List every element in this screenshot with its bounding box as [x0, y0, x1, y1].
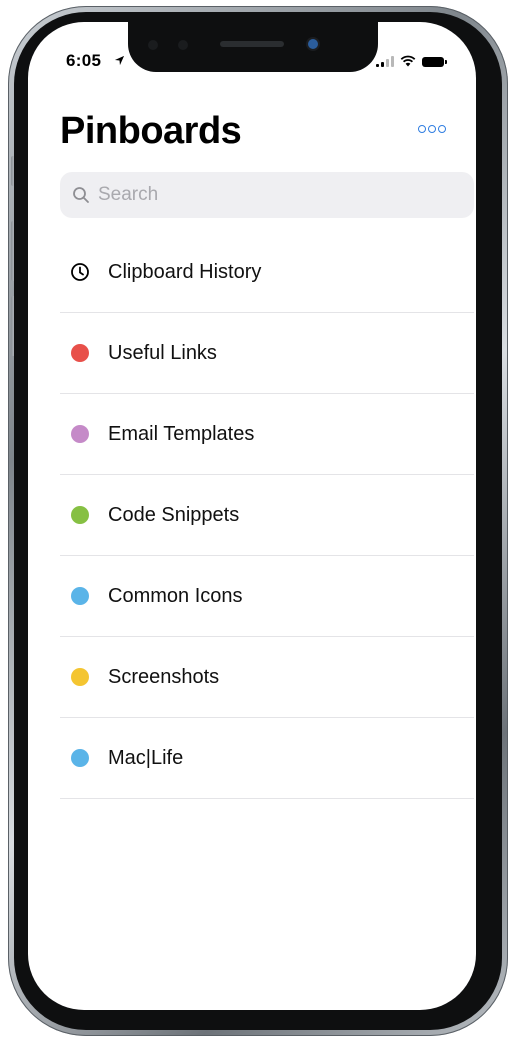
pinboard-list: Clipboard History Useful Links Email Tem…	[60, 232, 474, 799]
pinboard-item-common-icons[interactable]: Common Icons	[60, 556, 474, 637]
color-dot-icon	[70, 586, 90, 606]
ellipsis-dot	[428, 125, 436, 133]
pinboard-item-code-snippets[interactable]: Code Snippets	[60, 475, 474, 556]
color-dot-icon	[70, 748, 90, 768]
color-dot-icon	[70, 505, 90, 525]
sensor-dot	[178, 40, 188, 50]
search-icon	[73, 187, 89, 203]
color-dot	[71, 425, 89, 443]
ellipsis-dot	[438, 125, 446, 133]
wifi-icon	[400, 55, 416, 67]
color-dot	[71, 668, 89, 686]
front-camera	[308, 39, 318, 49]
pinboard-label: Mac|Life	[108, 746, 184, 769]
battery-icon	[422, 57, 447, 67]
color-dot	[71, 344, 89, 362]
pinboard-label: Useful Links	[108, 341, 217, 364]
color-dot	[71, 587, 89, 605]
pinboard-label: Clipboard History	[108, 260, 262, 283]
search-bar[interactable]	[60, 172, 474, 218]
color-dot-icon	[70, 343, 90, 363]
color-dot-icon	[70, 667, 90, 687]
pinboard-item-clipboard-history[interactable]: Clipboard History	[60, 232, 474, 313]
search-input[interactable]	[96, 183, 460, 207]
earpiece-speaker	[220, 41, 284, 47]
status-indicators	[376, 55, 447, 67]
pinboard-label: Screenshots	[108, 665, 220, 688]
screen: 6:05 Pinboards Search Clipboard History …	[28, 22, 476, 1010]
pinboard-item-maclife[interactable]: Mac|Life	[60, 718, 474, 799]
color-dot	[71, 749, 89, 767]
sensor-dot	[148, 40, 158, 50]
pinboard-label: Common Icons	[108, 584, 243, 607]
location-arrow-icon	[114, 55, 125, 66]
ellipsis-dot	[418, 125, 426, 133]
page-title: Pinboards	[60, 110, 242, 152]
pinboard-item-useful-links[interactable]: Useful Links	[60, 313, 474, 394]
pinboard-label: Email Templates	[108, 422, 255, 445]
pinboard-item-screenshots[interactable]: Screenshots	[60, 637, 474, 718]
cellular-signal-icon	[376, 56, 394, 67]
status-time: 6:05	[66, 51, 102, 70]
pinboard-item-email-templates[interactable]: Email Templates	[60, 394, 474, 475]
notch	[128, 22, 378, 72]
color-dot-icon	[70, 424, 90, 444]
more-options-button[interactable]	[418, 125, 446, 133]
color-dot	[71, 506, 89, 524]
clock-icon	[70, 262, 90, 282]
pinboard-label: Code Snippets	[108, 503, 240, 526]
